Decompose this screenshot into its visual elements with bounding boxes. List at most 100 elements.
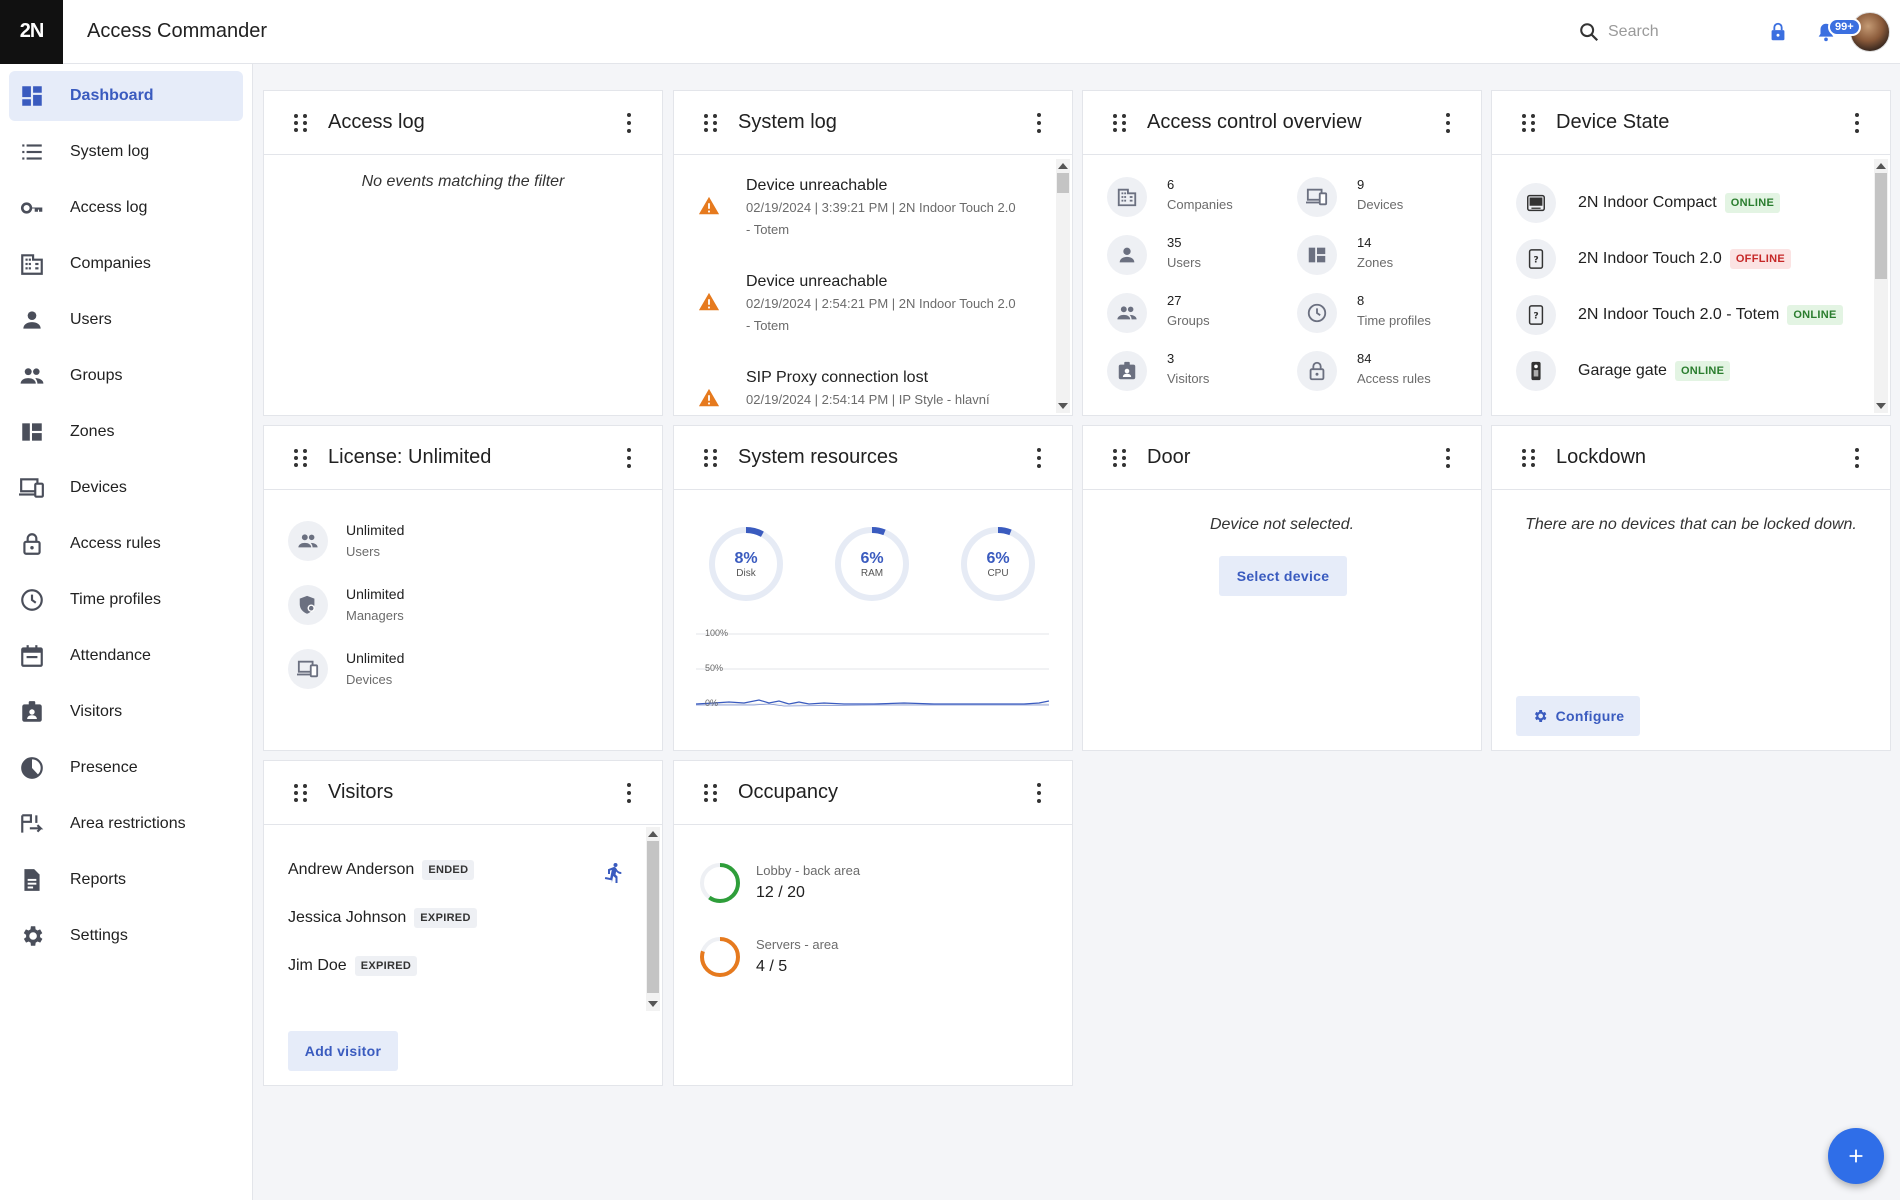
system-log-entry[interactable]: Device unreachable 02/19/2024 | 3:39:21 … <box>698 177 1038 241</box>
sidebar-item-label: Companies <box>70 255 151 272</box>
more-options-icon[interactable] <box>1854 448 1860 468</box>
notifications-button[interactable]: 99+ <box>1802 8 1861 56</box>
system-log-entry[interactable]: SIP Proxy connection lost 02/19/2024 | 2… <box>698 369 1038 414</box>
visitor-row[interactable]: Andrew Anderson ENDED <box>288 860 475 880</box>
search-input[interactable] <box>1608 23 1718 41</box>
scroll-up-arrow[interactable] <box>1876 163 1886 169</box>
add-visitor-button[interactable]: Add visitor <box>288 1031 398 1071</box>
sidebar-item-visitors[interactable]: Visitors <box>9 687 243 737</box>
sidebar-item-companies[interactable]: Companies <box>9 239 243 289</box>
sidebar-item-presence[interactable]: Presence <box>9 743 243 793</box>
search-box[interactable] <box>1578 21 1738 43</box>
more-options-icon[interactable] <box>1854 113 1860 133</box>
sidebar-item-reports[interactable]: Reports <box>9 855 243 905</box>
drag-handle-icon[interactable] <box>294 783 308 802</box>
more-options-icon[interactable] <box>1445 113 1451 133</box>
sidebar-item-access-rules[interactable]: Access rules <box>9 519 243 569</box>
drag-handle-icon[interactable] <box>294 448 308 467</box>
drag-handle-icon[interactable] <box>1113 448 1127 467</box>
overview-groups[interactable]: 27 Groups <box>1107 293 1210 333</box>
scrollbar[interactable] <box>646 827 660 1011</box>
overview-companies[interactable]: 6 Companies <box>1107 177 1233 217</box>
sidebar-item-devices[interactable]: Devices <box>9 463 243 513</box>
more-options-icon[interactable] <box>1036 783 1042 803</box>
ram-gauge: 6% RAM <box>834 526 910 602</box>
add-widget-fab[interactable] <box>1828 1128 1884 1184</box>
occupancy-count: 4 / 5 <box>756 958 788 975</box>
overview-label: Time profiles <box>1357 313 1431 328</box>
scroll-down-arrow[interactable] <box>648 1001 658 1007</box>
overview-zones[interactable]: 14 Zones <box>1297 235 1393 275</box>
sidebar-item-access-log[interactable]: Access log <box>9 183 243 233</box>
overview-visitors[interactable]: 3 Visitors <box>1107 351 1209 391</box>
lock-button[interactable] <box>1754 8 1802 56</box>
overview-access-rules[interactable]: 84 Access rules <box>1297 351 1431 391</box>
more-options-icon[interactable] <box>1445 448 1451 468</box>
intercom-icon <box>1531 361 1541 381</box>
system-log-entry[interactable]: Device unreachable 02/19/2024 | 2:54:21 … <box>698 273 1038 337</box>
drag-handle-icon[interactable] <box>1113 113 1127 132</box>
app-title: Access Commander <box>87 20 268 42</box>
sidebar-item-users[interactable]: Users <box>9 295 243 345</box>
lockdown-message: There are no devices that can be locked … <box>1525 516 1857 533</box>
visitor-row[interactable]: Jim Doe EXPIRED <box>288 956 418 976</box>
scrollbar[interactable] <box>1874 159 1888 413</box>
scroll-down-arrow[interactable] <box>1058 403 1068 409</box>
device-row[interactable]: Garage gate ONLINE <box>1516 351 1731 391</box>
overview-count: 84 <box>1357 351 1372 366</box>
scroll-down-arrow[interactable] <box>1876 403 1886 409</box>
sidebar-item-label: Time profiles <box>70 591 161 608</box>
device-row[interactable]: ? 2N Indoor Touch 2.0 OFFLINE <box>1516 239 1791 279</box>
visitor-status-badge: EXPIRED <box>414 908 477 928</box>
log-entry-detail: - Totem <box>746 222 790 237</box>
overview-label: Access rules <box>1357 371 1431 386</box>
sidebar-item-attendance[interactable]: Attendance <box>9 631 243 681</box>
app-logo[interactable]: 2N <box>0 0 63 64</box>
license-label: Users <box>346 544 380 559</box>
drag-handle-icon[interactable] <box>704 783 718 802</box>
occupancy-area[interactable]: Servers - area 4 / 5 <box>698 935 838 979</box>
overview-devices[interactable]: 9 Devices <box>1297 177 1403 217</box>
more-options-icon[interactable] <box>626 783 632 803</box>
device-row[interactable]: 2N Indoor Compact ONLINE <box>1516 183 1781 223</box>
sidebar-item-area-restrictions[interactable]: Area restrictions <box>9 799 243 849</box>
scrollbar-thumb[interactable] <box>647 841 659 993</box>
scroll-up-arrow[interactable] <box>648 831 658 837</box>
lock-icon <box>1771 22 1785 41</box>
resource-usage-chart <box>695 633 1050 707</box>
visitor-checkout-button[interactable] <box>602 861 626 890</box>
drag-handle-icon[interactable] <box>704 448 718 467</box>
more-options-icon[interactable] <box>1036 113 1042 133</box>
sidebar-item-settings[interactable]: Settings <box>9 911 243 961</box>
scroll-up-arrow[interactable] <box>1058 163 1068 169</box>
overview-count: 8 <box>1357 293 1365 308</box>
select-device-button[interactable]: Select device <box>1219 556 1347 596</box>
sidebar-item-zones[interactable]: Zones <box>9 407 243 457</box>
sidebar-item-label: Attendance <box>70 647 151 664</box>
more-options-icon[interactable] <box>1036 448 1042 468</box>
drag-handle-icon[interactable] <box>1522 448 1536 467</box>
sidebar-item-system-log[interactable]: System log <box>9 127 243 177</box>
configure-button[interactable]: Configure <box>1516 696 1640 736</box>
scrollbar-thumb[interactable] <box>1875 173 1887 279</box>
drag-handle-icon[interactable] <box>294 113 308 132</box>
scrollbar-thumb[interactable] <box>1057 173 1069 193</box>
access-log-widget: Access log No events matching the filter <box>263 90 663 416</box>
more-options-icon[interactable] <box>626 448 632 468</box>
sidebar-item-time-profiles[interactable]: Time profiles <box>9 575 243 625</box>
visitor-row[interactable]: Jessica Johnson EXPIRED <box>288 908 477 928</box>
license-label: Managers <box>346 608 404 623</box>
devices-icon <box>19 478 44 498</box>
more-options-icon[interactable] <box>626 113 632 133</box>
overview-users[interactable]: 35 Users <box>1107 235 1201 275</box>
scrollbar[interactable] <box>1056 159 1070 413</box>
overview-time-profiles[interactable]: 8 Time profiles <box>1297 293 1431 333</box>
device-row[interactable]: ? 2N Indoor Touch 2.0 - Totem ONLINE <box>1516 295 1843 335</box>
drag-handle-icon[interactable] <box>704 113 718 132</box>
sidebar-item-groups[interactable]: Groups <box>9 351 243 401</box>
dashboard-icon <box>22 86 42 106</box>
report-icon <box>24 869 40 891</box>
drag-handle-icon[interactable] <box>1522 113 1536 132</box>
sidebar-item-dashboard[interactable]: Dashboard <box>9 71 243 121</box>
occupancy-area[interactable]: Lobby - back area 12 / 20 <box>698 861 860 905</box>
